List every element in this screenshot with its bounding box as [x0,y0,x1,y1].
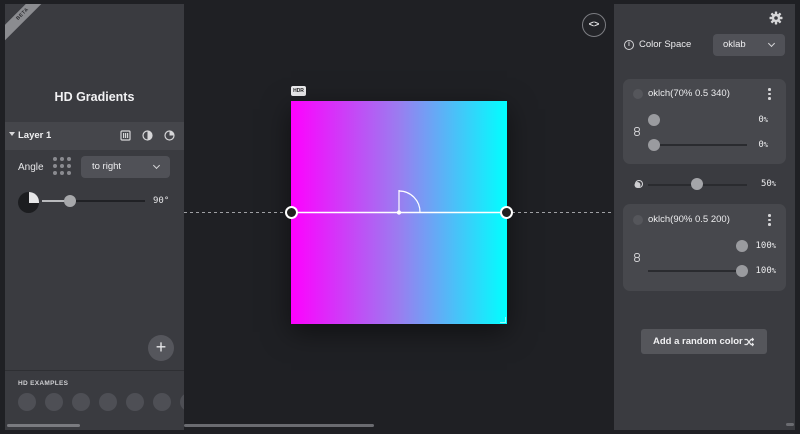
info-icon[interactable]: i [624,40,634,50]
stop1-value: 0% [758,115,768,125]
example-swatch[interactable] [72,393,90,411]
layer-header[interactable]: Layer 1 [5,122,184,150]
gradient-linear-icon[interactable] [120,130,131,141]
canvas-scrollbar[interactable] [184,424,374,427]
angle-dial-icon[interactable] [18,192,39,213]
midpoint-value: 50% [760,179,776,189]
app-window: BETA HD Gradients Layer 1 Angle to right… [0,0,800,434]
code-button[interactable]: <> [582,13,606,37]
beta-ribbon: BETA [5,4,56,47]
direction-select[interactable]: to right [81,156,170,178]
layer-name[interactable]: Layer 1 [18,130,51,141]
more-icon[interactable] [768,214,771,226]
link-icon[interactable] [634,127,640,137]
stop1-value: 100% [755,241,776,251]
color-space-label: Color Space [639,39,692,50]
divider [5,370,184,371]
caret-down-icon[interactable] [9,132,15,136]
gradient-radial-icon[interactable] [142,130,153,141]
gradient-conic-icon[interactable] [164,130,175,141]
stop2-value: 100% [755,266,776,276]
stop2-slider-thumb[interactable] [648,139,660,151]
angle-slider-thumb[interactable] [64,195,76,207]
example-swatch[interactable] [126,393,144,411]
hdr-badge: HDR [291,86,306,96]
panel-scrollbar[interactable] [786,423,794,426]
angle-value: 90° [153,196,170,206]
chevron-down-icon [152,161,161,170]
color-swatch[interactable] [633,89,643,99]
example-swatch[interactable] [45,393,63,411]
example-swatch[interactable] [153,393,171,411]
gear-icon[interactable] [769,11,783,25]
example-swatch[interactable] [18,393,36,411]
blend-midpoint-icon [634,180,643,189]
shuffle-icon[interactable] [744,337,754,347]
stop2-slider-track[interactable] [648,270,747,272]
color-space-select[interactable]: oklab [713,34,785,56]
more-icon[interactable] [768,88,771,100]
example-swatch[interactable] [180,393,184,411]
example-swatch[interactable] [99,393,117,411]
stop1-slider-thumb[interactable] [648,114,660,126]
gradient-preview[interactable] [291,101,507,324]
examples-scrollbar[interactable] [7,424,80,427]
examples-title: HD EXAMPLES [18,380,69,387]
color-space-value: oklab [723,39,746,50]
color-label[interactable]: oklch(70% 0.5 340) [648,88,730,99]
color-swatch[interactable] [633,215,643,225]
add-random-color-label: Add a random color [653,336,743,347]
color-label[interactable]: oklch(90% 0.5 200) [648,214,730,225]
link-icon[interactable] [634,253,640,263]
position-grid-icon[interactable] [53,157,71,175]
angle-label: Angle [18,162,44,173]
layers-panel: BETA HD Gradients Layer 1 Angle to right… [5,4,184,430]
midpoint-slider-thumb[interactable] [691,178,703,190]
chevron-down-icon [767,39,776,48]
stop2-value: 0% [758,140,768,150]
app-title: HD Gradients [54,90,135,104]
add-layer-button[interactable]: + [148,335,174,361]
stop2-slider-track[interactable] [648,144,747,146]
resize-handle-icon[interactable] [500,317,506,323]
direction-value: to right [92,161,122,172]
